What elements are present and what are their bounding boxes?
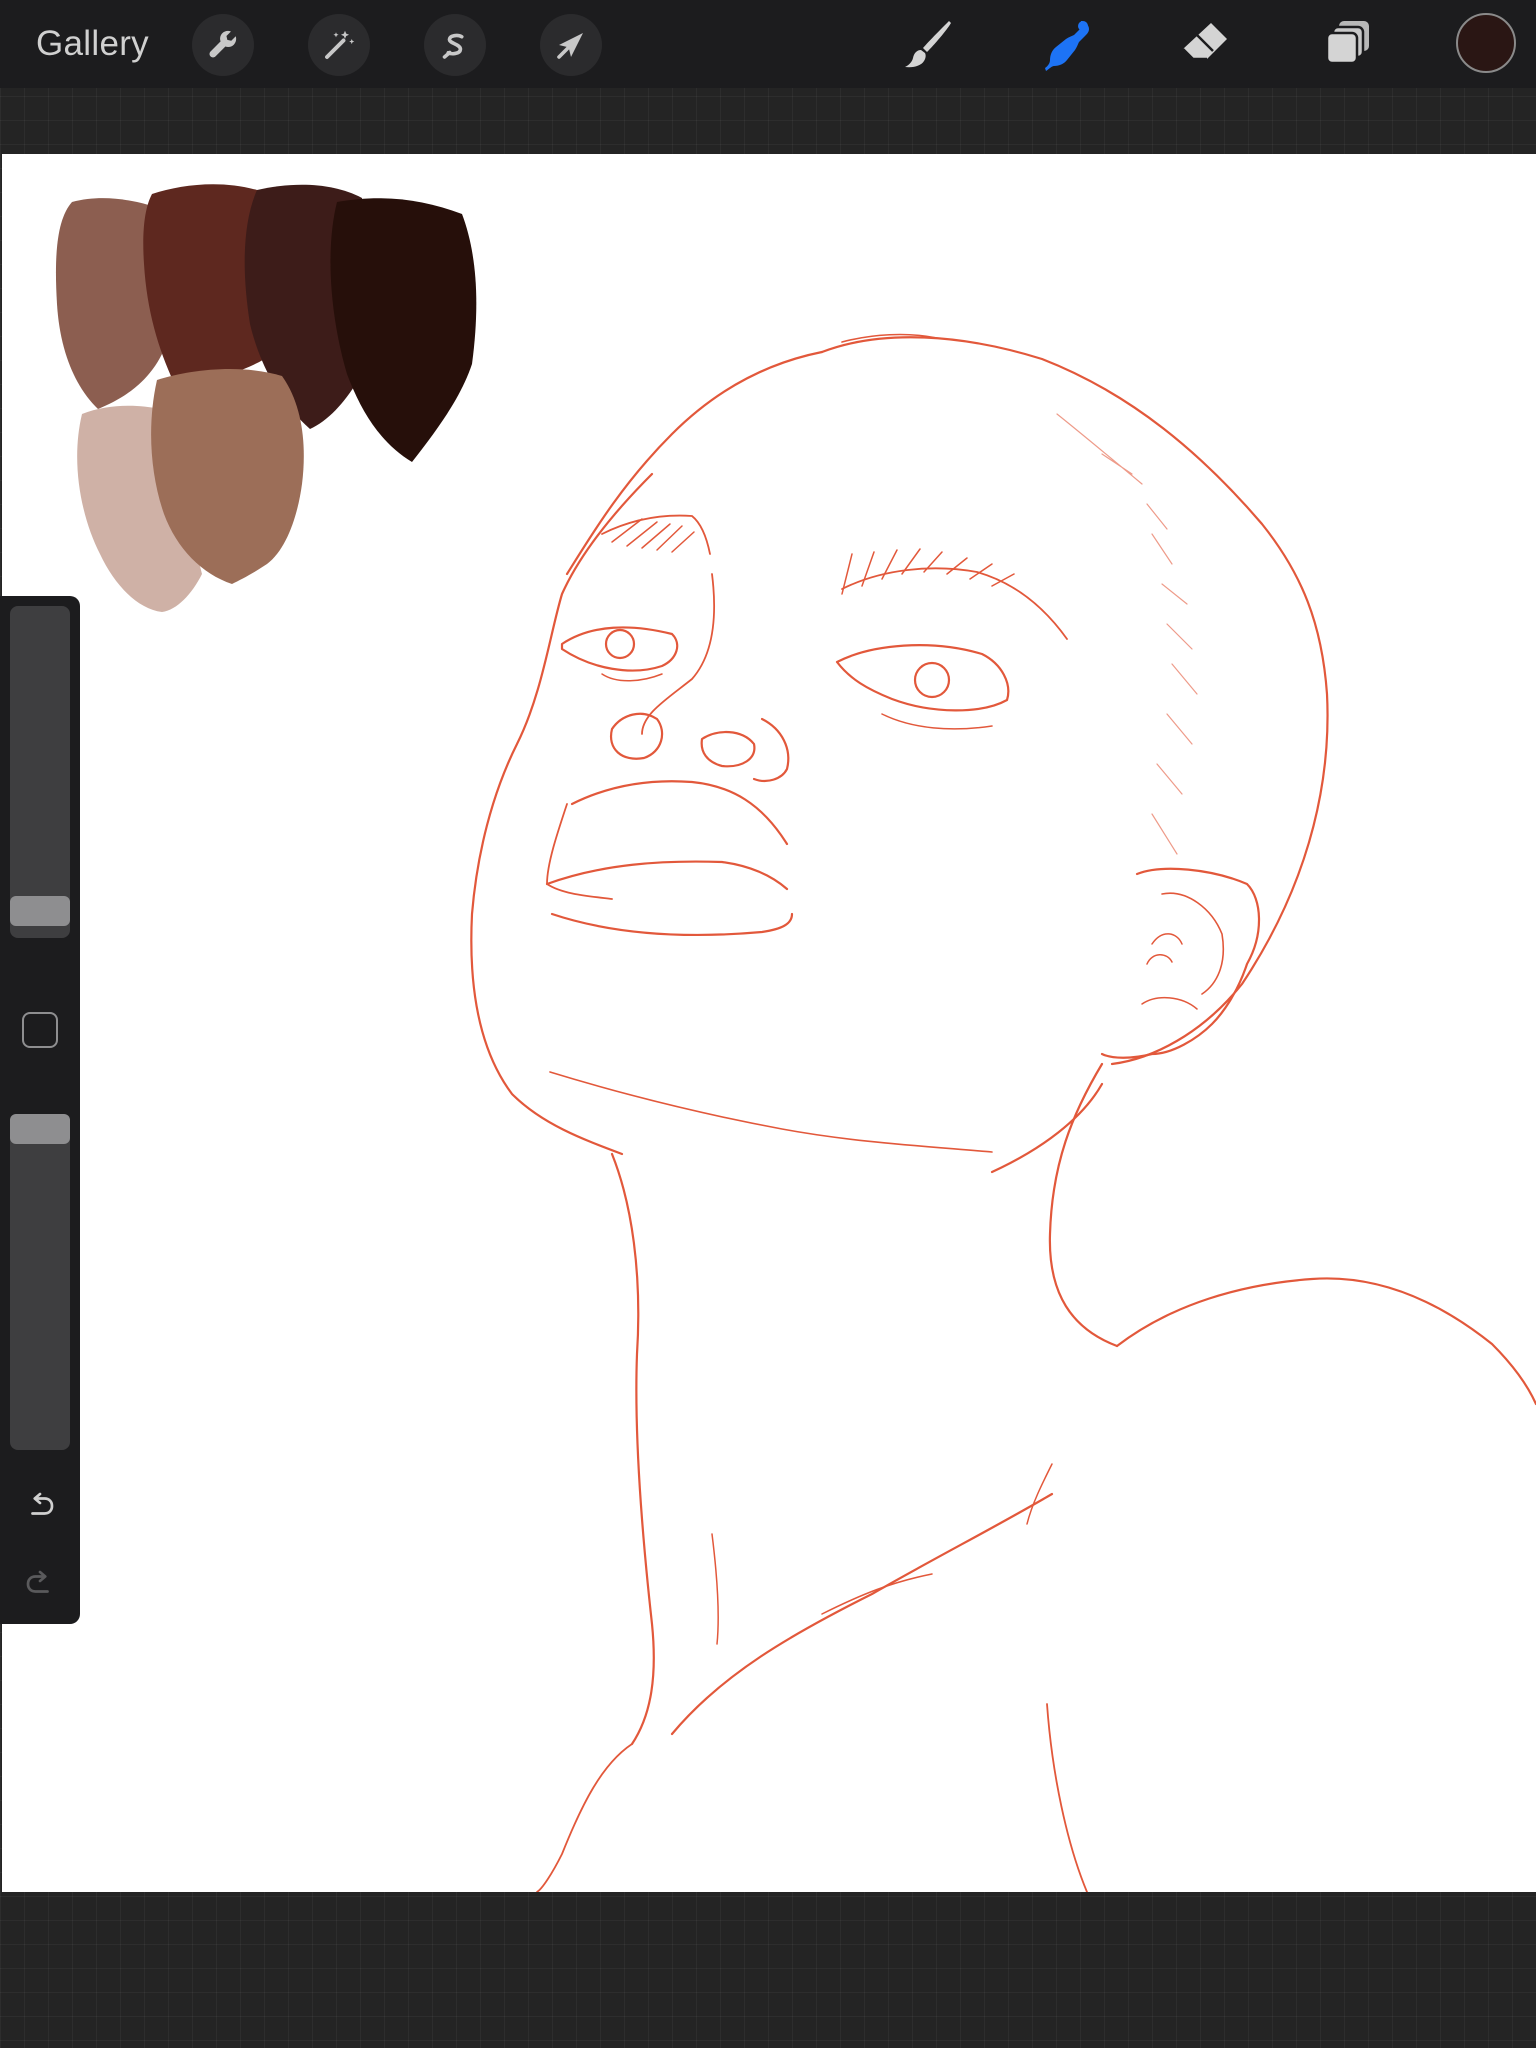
selection-s-icon <box>442 33 464 59</box>
undo-icon <box>31 1492 54 1515</box>
procreate-app: Gallery <box>0 0 1536 2048</box>
smudge-tool-button[interactable] <box>1034 12 1100 78</box>
brush-size-slider[interactable] <box>10 606 70 938</box>
redo-icon <box>26 1570 49 1593</box>
left-sidebar <box>0 596 80 1624</box>
canvas-artwork <box>55 184 1536 1892</box>
brush-tool-button[interactable] <box>896 12 962 78</box>
gallery-button[interactable]: Gallery <box>36 20 149 68</box>
wrench-icon <box>209 30 237 58</box>
magic-wand-icon <box>325 30 355 59</box>
brush-opacity-thumb[interactable] <box>10 1114 70 1144</box>
color-picker-button[interactable] <box>1456 13 1516 73</box>
eraser-icon <box>1182 23 1227 61</box>
drawing-canvas[interactable] <box>2 154 1536 1892</box>
sketch-lineart <box>470 333 1536 1892</box>
adjustments-button[interactable] <box>308 14 370 76</box>
layers-button[interactable] <box>1316 12 1382 78</box>
palette-swatch <box>330 198 477 463</box>
actions-button[interactable] <box>192 14 254 76</box>
arrow-cursor-icon <box>557 33 583 59</box>
paintbrush-icon <box>905 21 951 68</box>
undo-button[interactable] <box>18 1484 62 1528</box>
transform-button[interactable] <box>540 14 602 76</box>
top-toolbar: Gallery <box>0 0 1536 88</box>
redo-button[interactable] <box>18 1562 62 1606</box>
modify-button[interactable] <box>22 1012 58 1048</box>
smudge-finger-icon <box>1045 21 1089 71</box>
brush-size-thumb[interactable] <box>10 896 70 926</box>
layers-icon <box>1325 21 1369 65</box>
brush-opacity-slider[interactable] <box>10 1114 70 1450</box>
eraser-tool-button[interactable] <box>1172 12 1238 78</box>
color-palette-swatches <box>55 184 477 612</box>
selection-button[interactable] <box>424 14 486 76</box>
